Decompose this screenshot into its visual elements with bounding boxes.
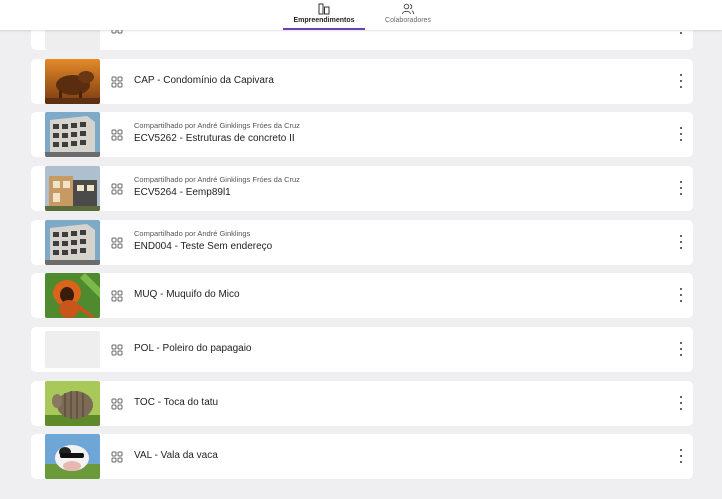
more-options-icon[interactable] — [677, 448, 685, 464]
project-title: POL - Poleiro do papagaio — [134, 343, 252, 354]
project-card[interactable]: TOC - Toca do tatu — [31, 381, 693, 426]
project-card[interactable]: MUQ - Muquifo do Mico — [31, 273, 693, 318]
more-options-icon[interactable] — [677, 180, 685, 196]
project-thumbnail-capybara — [45, 59, 100, 104]
project-thumbnail-cow — [45, 434, 100, 479]
more-options-icon[interactable] — [677, 126, 685, 142]
grid-icon — [111, 344, 123, 356]
tab-colaboradores[interactable]: Colaboradores — [368, 0, 448, 30]
project-thumbnail-building — [45, 112, 100, 157]
shared-by-label: Compartilhado por André Ginklings Fróes … — [134, 175, 300, 184]
project-thumbnail-building — [45, 220, 100, 265]
shared-by-label: Compartilhado por André Ginklings Fróes … — [134, 121, 300, 130]
shared-by-label: Compartilhado por André Ginklings — [134, 229, 251, 238]
buildings-icon — [318, 3, 330, 15]
people-icon — [402, 3, 415, 15]
grid-icon — [111, 237, 123, 249]
project-card[interactable]: Compartilhado por André Ginklings Fróes … — [31, 112, 693, 157]
project-card[interactable]: Compartilhado por André Ginklings Fróes … — [31, 166, 693, 211]
project-title: CAP - Condomínio da Capivara — [134, 75, 274, 86]
project-thumbnail-monkey — [45, 273, 100, 318]
grid-icon — [111, 129, 123, 141]
more-options-icon[interactable] — [677, 287, 685, 303]
tab-colaboradores-label: Colaboradores — [385, 17, 431, 24]
project-card[interactable]: CAP - Condomínio da Capivara — [31, 59, 693, 104]
grid-icon — [111, 183, 123, 195]
more-options-icon[interactable] — [677, 341, 685, 357]
grid-icon — [111, 451, 123, 463]
project-title: END004 - Teste Sem endereço — [134, 241, 273, 252]
tab-empreendimentos[interactable]: Empreendimentos — [283, 0, 365, 30]
project-thumbnail-house — [45, 166, 100, 211]
project-thumbnail-placeholder — [45, 331, 100, 368]
top-navigation: Empreendimentos Colaboradores — [0, 0, 722, 30]
grid-icon — [111, 398, 123, 410]
project-title: ECV5264 - Eemp89l1 — [134, 187, 231, 198]
project-card[interactable]: Compartilhado por André Ginklings END004… — [31, 220, 693, 265]
more-options-icon[interactable] — [677, 73, 685, 89]
grid-icon — [111, 290, 123, 302]
project-title: ECV5262 - Estruturas de concreto II — [134, 133, 295, 144]
project-thumbnail-armadillo — [45, 381, 100, 426]
project-card[interactable]: VAL - Vala da vaca — [31, 434, 693, 479]
more-options-icon[interactable] — [677, 234, 685, 250]
project-title: TOC - Toca do tatu — [134, 397, 219, 408]
project-title: VAL - Vala da vaca — [134, 450, 218, 461]
tab-empreendimentos-label: Empreendimentos — [293, 17, 355, 24]
grid-icon — [111, 76, 123, 88]
more-options-icon[interactable] — [677, 395, 685, 411]
project-title: MUQ - Muquifo do Mico — [134, 289, 240, 300]
project-card[interactable]: POL - Poleiro do papagaio — [31, 327, 693, 372]
